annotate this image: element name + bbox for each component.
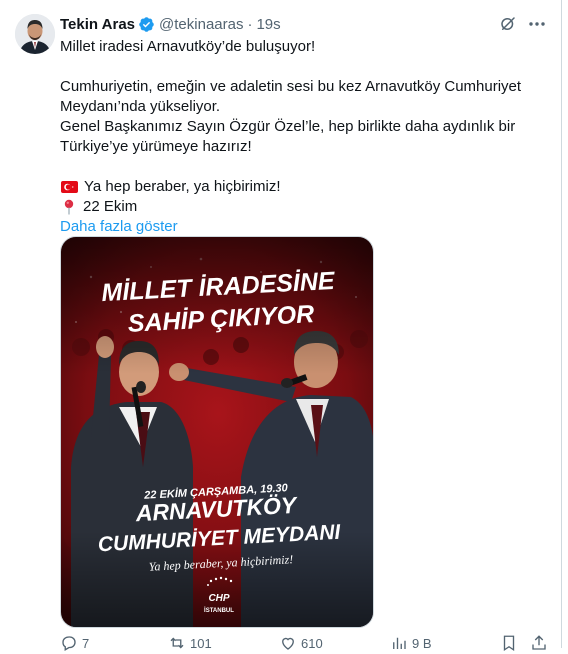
- slogan-text: Ya hep beraber, ya hiçbirimiz!: [84, 178, 281, 195]
- tweet-line: Genel Başkanımız Sayın Özgür Özel’le, he…: [60, 118, 516, 135]
- reply-count: 7: [82, 635, 90, 651]
- show-more-link[interactable]: Daha fazla göster: [60, 217, 550, 237]
- repost-button[interactable]: 101: [168, 634, 212, 652]
- chp-logo-text: CHP: [208, 593, 229, 604]
- heart-icon: [282, 637, 294, 650]
- slogan-line: Ya hep beraber, ya hiçbirimiz!: [60, 177, 550, 197]
- repost-count: 101: [190, 635, 212, 651]
- reply-icon: [62, 636, 76, 651]
- repost-icon: [170, 637, 184, 649]
- tweet-media-poster[interactable]: MİLLET İRADESİNE SAHİP ÇIKIYOR 22 EKİM Ç…: [60, 236, 374, 628]
- display-name[interactable]: Tekin Aras: [60, 16, 135, 33]
- round-pushpin-icon: [64, 199, 74, 215]
- bookmark-button[interactable]: [500, 634, 518, 652]
- poster-image: MİLLET İRADESİNE SAHİP ÇIKIYOR 22 EKİM Ç…: [61, 237, 373, 627]
- turkey-flag-icon: [61, 181, 78, 193]
- avatar[interactable]: [15, 14, 55, 54]
- tweet-actions: 7 101 610 9 B: [60, 634, 550, 654]
- grok-icon[interactable]: [499, 15, 517, 33]
- reply-button[interactable]: 7: [60, 634, 89, 652]
- views-icon: [393, 637, 406, 649]
- verified-badge-icon[interactable]: [138, 16, 155, 33]
- like-count: 610: [301, 635, 323, 651]
- tweet-line: Türkiye’ye yürümeye hazırız!: [60, 138, 252, 155]
- tweet-text: Millet iradesi Arnavutköy’de buluşuyor! …: [60, 37, 550, 237]
- share-button[interactable]: [530, 634, 548, 652]
- timestamp[interactable]: 19s: [256, 16, 280, 33]
- tweet-header: Tekin Aras @tekinaaras · 19s: [60, 14, 281, 34]
- view-count: 9 B: [412, 635, 432, 651]
- bookmark-icon: [503, 635, 515, 652]
- date-text: 22 Ekim: [83, 198, 138, 215]
- date-line: 22 Ekim: [60, 197, 550, 217]
- avatar-photo: [15, 14, 55, 54]
- separator-dot: ·: [247, 15, 253, 33]
- tweet-line: Millet iradesi Arnavutköy’de buluşuyor!: [60, 38, 316, 55]
- tweet-line: Cumhuriyetin, emeğin ve adaletin sesi bu…: [60, 78, 522, 95]
- user-handle[interactable]: @tekinaaras: [159, 16, 243, 33]
- like-button[interactable]: 610: [279, 634, 323, 652]
- chp-logo-subtext: İSTANBUL: [204, 607, 234, 614]
- share-icon: [532, 635, 546, 650]
- more-options-icon[interactable]: [527, 17, 547, 31]
- tweet-line: Meydanı’nda yükseliyor.: [60, 98, 221, 115]
- timeline-border: [561, 0, 562, 648]
- views-button[interactable]: 9 B: [390, 634, 432, 652]
